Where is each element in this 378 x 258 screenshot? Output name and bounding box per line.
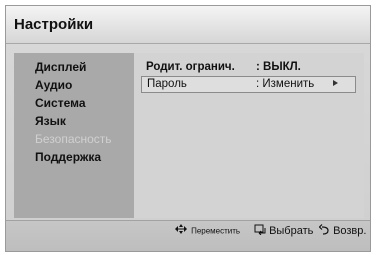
- enter-icon: [254, 224, 266, 238]
- chevron-right-icon: [333, 80, 338, 86]
- arrows-icon: [174, 224, 188, 237]
- move-hint: Переместить: [174, 224, 240, 237]
- select-hint-label: Выбрать: [269, 224, 314, 237]
- sidebar-item-language[interactable]: Язык: [35, 114, 66, 128]
- sidebar-item-system[interactable]: Система: [35, 96, 86, 110]
- return-icon: [318, 224, 330, 238]
- select-hint[interactable]: Выбрать: [254, 224, 313, 238]
- parental-control-label[interactable]: Родит. огранич.: [146, 61, 235, 73]
- page-title: Настройки: [14, 16, 94, 33]
- sidebar-item-security[interactable]: Безопасность: [35, 132, 112, 146]
- back-hint-label: Возвр.: [333, 224, 367, 237]
- parental-control-value: : ВЫКЛ.: [256, 61, 301, 73]
- back-hint[interactable]: Возвр.: [318, 224, 367, 238]
- title-bar: Настройки: [6, 6, 370, 44]
- sidebar-item-display[interactable]: Дисплей: [35, 60, 86, 74]
- sidebar-item-support[interactable]: Поддержка: [35, 150, 101, 164]
- password-value: : Изменить: [256, 78, 315, 90]
- move-hint-label: Переместить: [191, 226, 241, 236]
- settings-screen: Настройки: [5, 5, 371, 252]
- sidebar-item-audio[interactable]: Аудио: [35, 78, 72, 92]
- password-label: Пароль: [147, 78, 187, 90]
